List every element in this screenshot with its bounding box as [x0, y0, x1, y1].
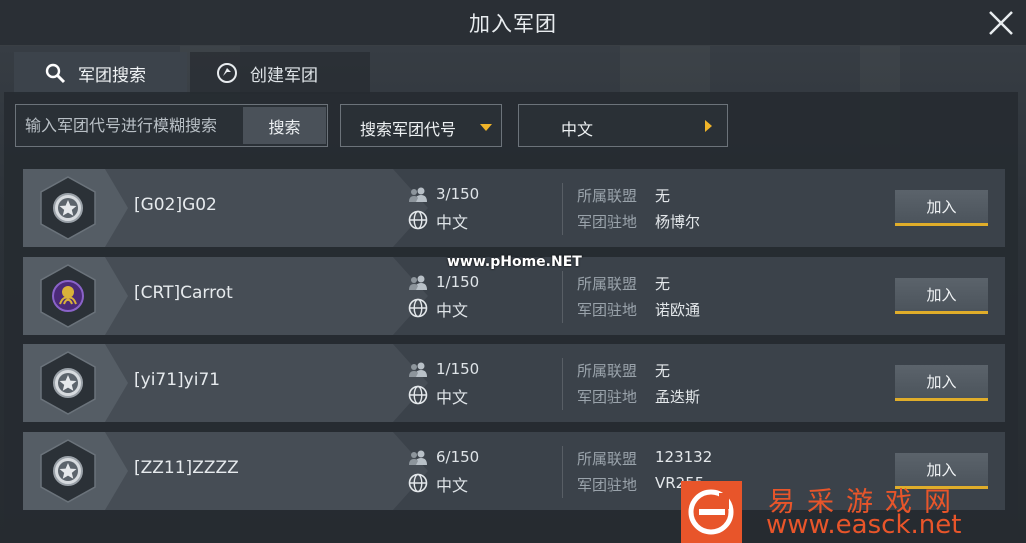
emblem-icon	[40, 439, 96, 503]
member-count: 1/150	[436, 360, 480, 378]
alliance-label: 所属联盟	[577, 275, 638, 293]
divider	[562, 183, 563, 235]
search-button[interactable]: 搜索	[243, 107, 326, 144]
brand-logo-icon	[688, 489, 734, 535]
emblem-icon	[40, 264, 96, 328]
chevron-right-icon	[705, 120, 712, 132]
alliance-value: 无	[655, 187, 671, 205]
search-input[interactable]	[16, 105, 242, 146]
alliance-label: 所属联盟	[577, 450, 638, 468]
emblem-icon	[40, 351, 96, 415]
members-icon	[409, 450, 427, 465]
alliance-value: 123132	[655, 448, 713, 466]
tab-create-legion[interactable]: 创建军团	[190, 52, 370, 94]
legion-name: [CRT]Carrot	[134, 283, 233, 303]
tab-label: 军团搜索	[78, 65, 146, 86]
legion-language: 中文	[436, 213, 469, 232]
close-button[interactable]	[984, 6, 1018, 40]
divider	[562, 271, 563, 323]
station-value: 诺欧通	[655, 301, 701, 319]
member-count: 6/150	[436, 448, 480, 466]
brand-logo	[681, 481, 742, 543]
station-value: 孟迭斯	[655, 388, 701, 406]
page-title: 加入军团	[469, 12, 557, 36]
member-count: 3/150	[436, 185, 480, 203]
watermark-url: www.easck.net	[766, 510, 962, 540]
legion-language: 中文	[436, 476, 469, 495]
alliance-label: 所属联盟	[577, 187, 638, 205]
alliance-value: 无	[655, 275, 671, 293]
watermark-overlay: www.pHome.NET	[447, 254, 582, 270]
station-label: 军团驻地	[577, 213, 638, 231]
search-icon	[45, 63, 66, 84]
station-label: 军团驻地	[577, 476, 638, 494]
members-icon	[409, 187, 427, 202]
search-box: 搜索	[15, 104, 328, 147]
member-count: 1/150	[436, 273, 480, 291]
emblem-icon	[40, 176, 96, 240]
legion-row: [G02]G02 3/150 中文 所属联盟 军团驻地 无 杨博尔 加入	[23, 169, 1005, 247]
title-bar: 加入军团	[0, 0, 1026, 46]
station-value: 杨博尔	[655, 213, 701, 231]
station-label: 军团驻地	[577, 301, 638, 319]
join-button[interactable]: 加入	[895, 278, 988, 314]
join-button[interactable]: 加入	[895, 190, 988, 226]
legion-row: [yi71]yi71 1/150 中文 所属联盟 军团驻地 无 孟迭斯 加入	[23, 344, 1005, 422]
globe-icon	[408, 210, 428, 230]
globe-icon	[408, 473, 428, 493]
globe-icon	[408, 385, 428, 405]
divider	[562, 358, 563, 410]
search-type-label: 搜索军团代号	[360, 120, 457, 139]
tab-label: 创建军团	[250, 65, 318, 86]
legion-name: [G02]G02	[134, 195, 217, 215]
globe-icon	[408, 298, 428, 318]
join-button[interactable]: 加入	[895, 365, 988, 401]
create-legion-icon	[217, 63, 237, 83]
members-icon	[409, 275, 427, 290]
language-label: 中文	[561, 120, 594, 139]
language-selector[interactable]: 中文	[518, 104, 728, 147]
tab-legion-search[interactable]: 军团搜索	[14, 52, 187, 94]
legion-language: 中文	[436, 388, 469, 407]
legion-language: 中文	[436, 301, 469, 320]
alliance-label: 所属联盟	[577, 362, 638, 380]
divider	[562, 446, 563, 498]
chevron-down-icon	[480, 124, 492, 131]
members-icon	[409, 362, 427, 377]
alliance-value: 无	[655, 362, 671, 380]
close-icon	[989, 11, 1013, 35]
legion-name: [yi71]yi71	[134, 370, 221, 390]
station-label: 军团驻地	[577, 388, 638, 406]
search-type-dropdown[interactable]: 搜索军团代号	[340, 104, 502, 147]
legion-name: [ZZ11]ZZZZ	[134, 458, 239, 478]
